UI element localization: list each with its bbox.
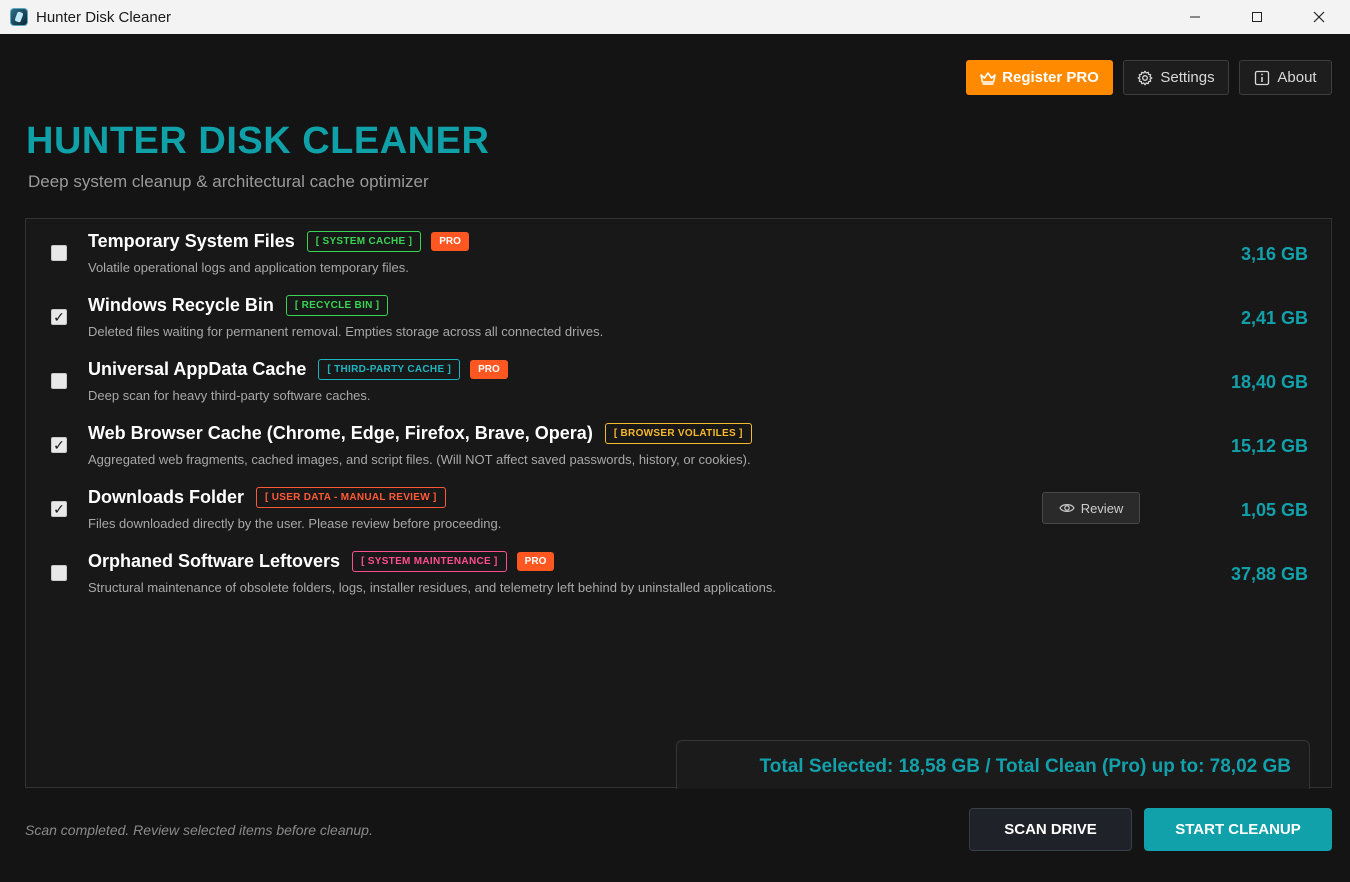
maximize-icon	[1252, 12, 1262, 22]
window-title: Hunter Disk Cleaner	[36, 8, 172, 26]
item-checkbox[interactable]: ✓	[51, 501, 67, 517]
item-checkbox[interactable]: ✓	[51, 437, 67, 453]
settings-label: Settings	[1160, 69, 1215, 86]
item-title: Web Browser Cache (Chrome, Edge, Firefox…	[88, 423, 593, 443]
item-checkbox[interactable]: ✓	[51, 309, 67, 325]
cleanup-item: ✓ Downloads Folder [ USER DATA - MANUAL …	[26, 475, 1331, 539]
gear-icon	[1137, 70, 1153, 85]
crown-icon	[980, 71, 996, 85]
item-tag: [ THIRD-PARTY CACHE ]	[318, 359, 461, 380]
review-button[interactable]: Review	[1042, 492, 1140, 524]
cleanup-item: ✓ Web Browser Cache (Chrome, Edge, Firef…	[26, 411, 1331, 475]
minimize-icon	[1190, 16, 1200, 18]
total-summary: Total Selected: 18,58 GB / Total Clean (…	[676, 740, 1310, 789]
start-cleanup-button[interactable]: START CLEANUP	[1144, 808, 1332, 851]
maximize-button[interactable]	[1226, 0, 1288, 34]
item-description: Deep scan for heavy third-party software…	[88, 388, 371, 403]
cleanup-item: Orphaned Software Leftovers [ SYSTEM MAI…	[26, 539, 1331, 603]
item-title: Windows Recycle Bin	[88, 295, 274, 315]
status-text: Scan completed. Review selected items be…	[25, 822, 373, 838]
item-title: Orphaned Software Leftovers	[88, 551, 341, 571]
pro-badge: PRO	[431, 232, 469, 251]
app-heading: HUNTER DISK CLEANER	[26, 120, 490, 162]
item-size: 18,40 GB	[1230, 372, 1308, 392]
item-description: Deleted files waiting for permanent remo…	[88, 324, 604, 339]
window-controls	[1164, 0, 1350, 34]
item-description: Files downloaded directly by the user. P…	[88, 516, 502, 531]
settings-button[interactable]: Settings	[1123, 60, 1229, 95]
title-bar: Hunter Disk Cleaner	[0, 0, 1350, 34]
total-summary-text: Total Selected: 18,58 GB / Total Clean (…	[759, 756, 1291, 777]
close-icon	[1313, 11, 1325, 23]
item-tag: [ SYSTEM MAINTENANCE ]	[352, 551, 507, 572]
info-icon	[1255, 70, 1270, 85]
item-description: Volatile operational logs and applicatio…	[88, 260, 409, 275]
pro-badge: PRO	[470, 360, 508, 379]
cleanup-item: Temporary System Files [ SYSTEM CACHE ] …	[26, 219, 1331, 283]
item-size: 2,41 GB	[1240, 308, 1308, 328]
close-button[interactable]	[1288, 0, 1350, 34]
item-description: Aggregated web fragments, cached images,…	[88, 452, 751, 467]
item-size: 3,16 GB	[1240, 244, 1308, 264]
cleanup-item: ✓ Windows Recycle Bin [ RECYCLE BIN ] De…	[26, 283, 1331, 347]
item-tag: [ BROWSER VOLATILES ]	[604, 423, 752, 444]
app-icon	[10, 8, 28, 26]
item-checkbox[interactable]	[51, 373, 67, 389]
item-size: 1,05 GB	[1240, 500, 1308, 520]
minimize-button[interactable]	[1164, 0, 1226, 34]
review-label: Review	[1080, 500, 1124, 516]
item-tag: [ USER DATA - MANUAL REVIEW ]	[256, 487, 446, 508]
cleanup-items-panel: Temporary System Files [ SYSTEM CACHE ] …	[25, 218, 1332, 789]
item-tag: [ RECYCLE BIN ]	[285, 295, 389, 316]
item-checkbox[interactable]	[51, 565, 67, 581]
eye-icon	[1059, 504, 1075, 512]
item-title: Universal AppData Cache	[88, 359, 307, 379]
item-description: Structural maintenance of obsolete folde…	[88, 580, 776, 595]
item-tag: [ SYSTEM CACHE ]	[306, 231, 422, 252]
app-subtitle: Deep system cleanup & architectural cach…	[28, 172, 429, 191]
item-title: Downloads Folder	[88, 487, 245, 507]
item-size: 37,88 GB	[1230, 564, 1308, 584]
item-checkbox[interactable]	[51, 245, 67, 261]
pro-badge: PRO	[516, 552, 555, 571]
scan-drive-button[interactable]: SCAN DRIVE	[969, 808, 1132, 851]
register-pro-label: Register PRO	[1002, 69, 1099, 86]
about-button[interactable]: About	[1239, 60, 1332, 95]
about-label: About	[1277, 69, 1317, 86]
item-title: Temporary System Files	[88, 231, 295, 251]
cleanup-item: Universal AppData Cache [ THIRD-PARTY CA…	[26, 347, 1331, 411]
register-pro-button[interactable]: Register PRO	[966, 60, 1113, 95]
item-size: 15,12 GB	[1230, 436, 1308, 456]
